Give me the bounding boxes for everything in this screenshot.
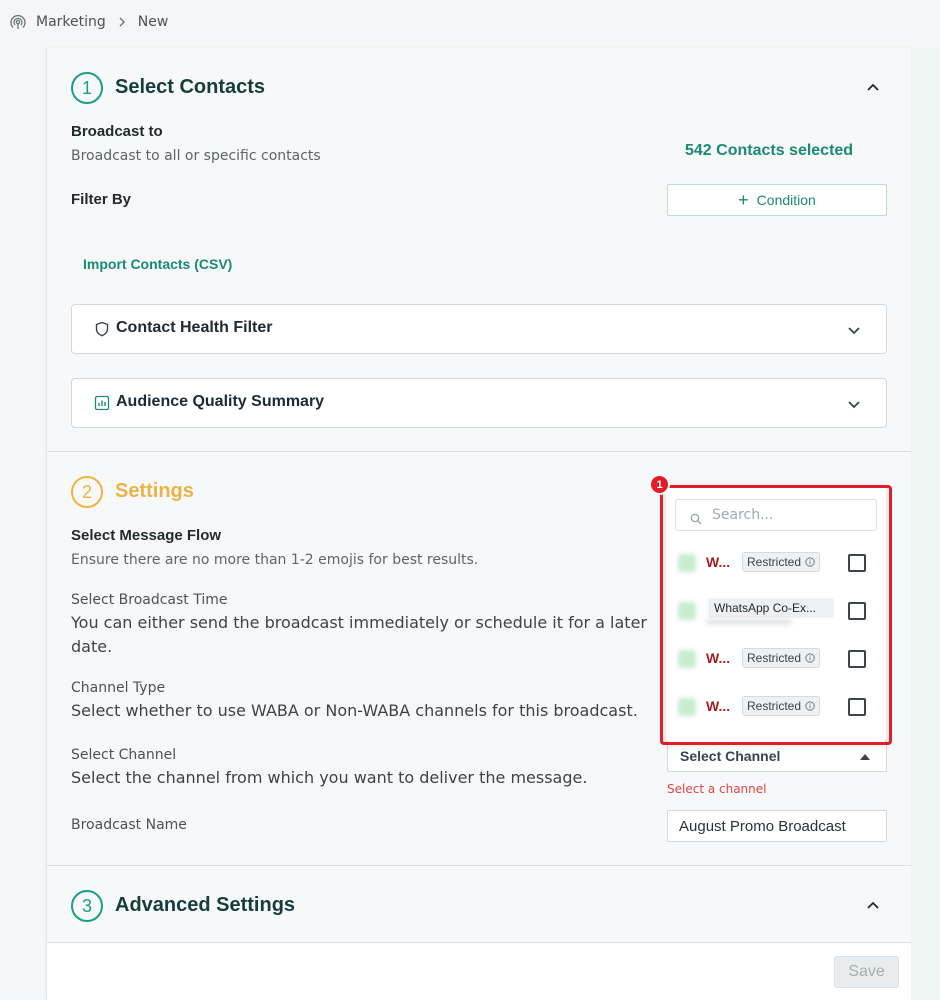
chevron-up-icon[interactable] [865,898,881,914]
add-condition-button[interactable]: + Condition [667,184,887,216]
breadcrumb: Marketing New [10,14,168,30]
channel-error-text: Select a channel [667,782,767,796]
step-number: 1 [71,72,103,104]
save-button[interactable]: Save [834,956,899,988]
step-number: 3 [71,890,103,922]
breadcrumb-current: New [137,14,169,30]
advanced-settings-section: 3 Advanced Settings [47,867,911,943]
section-title: Advanced Settings [115,894,296,916]
broadcast-to-label: Broadcast to [71,123,163,140]
shield-icon [94,321,110,337]
chevron-up-icon[interactable] [865,80,881,96]
chevron-down-icon [846,322,862,338]
broadcast-name-input[interactable] [667,810,887,842]
audience-quality-summary[interactable]: Audience Quality Summary [71,378,887,428]
annotation-marker: 1 [649,474,670,495]
select-contacts-section: 1 Select Contacts Broadcast to Broadcast… [47,48,911,452]
plus-icon: + [738,190,749,210]
message-flow-label: Select Message Flow [71,527,222,544]
contacts-selected-count: 542 Contacts selected [685,142,854,159]
broadcast-time-label: Select Broadcast Time [71,592,228,608]
breadcrumb-marketing[interactable]: Marketing [36,14,106,30]
condition-label: Condition [756,192,816,208]
contact-health-filter[interactable]: Contact Health Filter [71,304,887,354]
section-title: Settings [115,480,194,502]
select-channel-label: Select Channel [71,747,177,763]
form-footer: Save [47,944,911,1000]
accordion-title: Audience Quality Summary [116,393,325,410]
step-number: 2 [71,476,103,508]
top-bar: Marketing New [0,0,940,48]
filter-by-label: Filter By [71,191,132,208]
accordion-title: Contact Health Filter [116,319,273,336]
chevron-down-icon [846,396,862,412]
chart-icon [94,395,110,411]
broadcast-time-desc: You can either send the broadcast immedi… [71,613,647,656]
broadcast-to-desc: Broadcast to all or specific contacts [71,148,321,164]
channel-type-label: Channel Type [71,680,166,696]
channel-select-value: Select Channel [680,748,781,764]
annotation-highlight-box [660,485,892,745]
chevron-right-icon [116,16,128,28]
channel-type-desc: Select whether to use WABA or Non-WABA c… [71,701,638,720]
caret-up-icon [860,754,870,760]
section-title: Select Contacts [115,76,266,98]
message-flow-desc: Ensure there are no more than 1-2 emojis… [71,552,479,568]
import-contacts-link[interactable]: Import Contacts (CSV) [83,256,232,272]
broadcast-icon [10,14,26,30]
select-channel-desc: Select the channel from which you want t… [71,768,588,787]
broadcast-name-label: Broadcast Name [71,817,187,833]
side-panel-edge [910,48,940,1000]
